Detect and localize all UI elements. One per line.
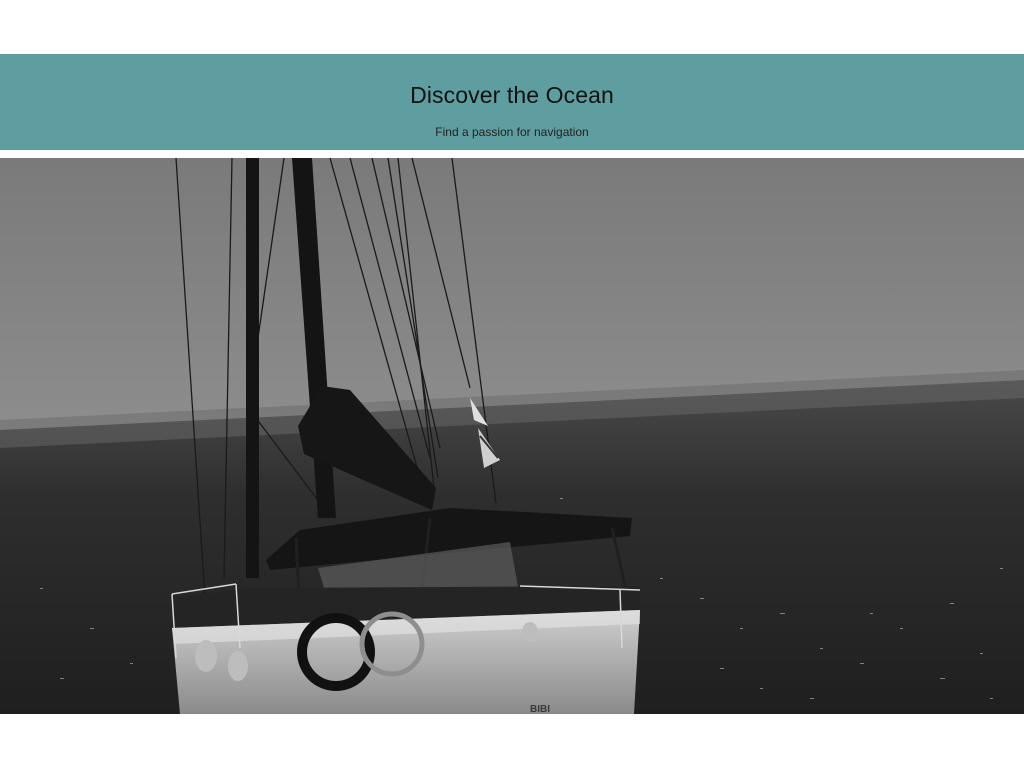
hero-banner: Discover the Ocean Find a passion for na… <box>0 54 1024 150</box>
hero-subtitle: Find a passion for navigation <box>435 125 589 139</box>
top-spacer <box>0 0 1024 54</box>
banner-gap <box>0 150 1024 158</box>
bottom-spacer <box>0 714 1024 768</box>
mizzen-mast <box>246 158 259 578</box>
hero-title: Discover the Ocean <box>410 82 614 108</box>
boat-name: BIBI <box>530 704 550 714</box>
sailboat-photo: BIBI <box>0 158 1024 714</box>
